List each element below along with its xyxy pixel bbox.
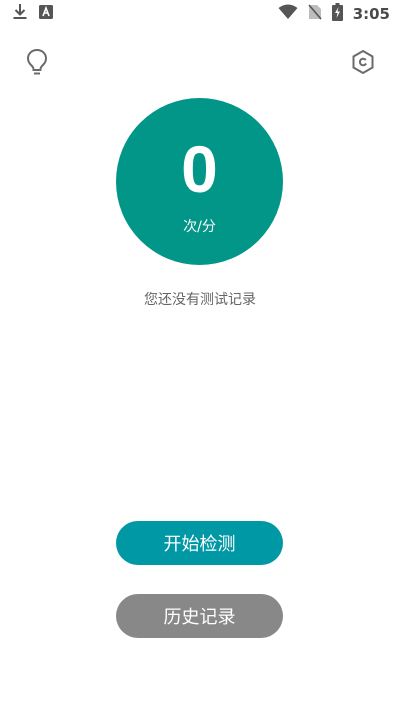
- settings-hexagon-icon: [350, 49, 376, 79]
- battery-charging-icon: [331, 3, 343, 25]
- status-right: 3:05: [278, 3, 390, 25]
- wifi-icon: [278, 4, 298, 24]
- status-time: 3:05: [352, 5, 390, 23]
- lightbulb-icon: [25, 48, 49, 80]
- status-left: [12, 3, 54, 25]
- status-bar: 3:05: [0, 0, 400, 28]
- no-records-message: 您还没有测试记录: [144, 292, 256, 308]
- no-sim-icon: [308, 4, 322, 24]
- settings-button[interactable]: [346, 47, 380, 81]
- download-icon: [12, 3, 28, 25]
- history-records-button[interactable]: 历史记录: [116, 594, 283, 638]
- heart-rate-value: 0: [181, 131, 218, 206]
- start-test-button[interactable]: 开始检测: [116, 521, 283, 565]
- heart-rate-unit: 次/分: [183, 218, 216, 235]
- tips-button[interactable]: [20, 47, 54, 81]
- app-notification-icon: [38, 4, 54, 24]
- heart-rate-circle: 0 次/分: [116, 98, 283, 265]
- app-screen: 3:05 0 次/分 您还没有测试记录 开始检测 历史记录: [0, 0, 400, 711]
